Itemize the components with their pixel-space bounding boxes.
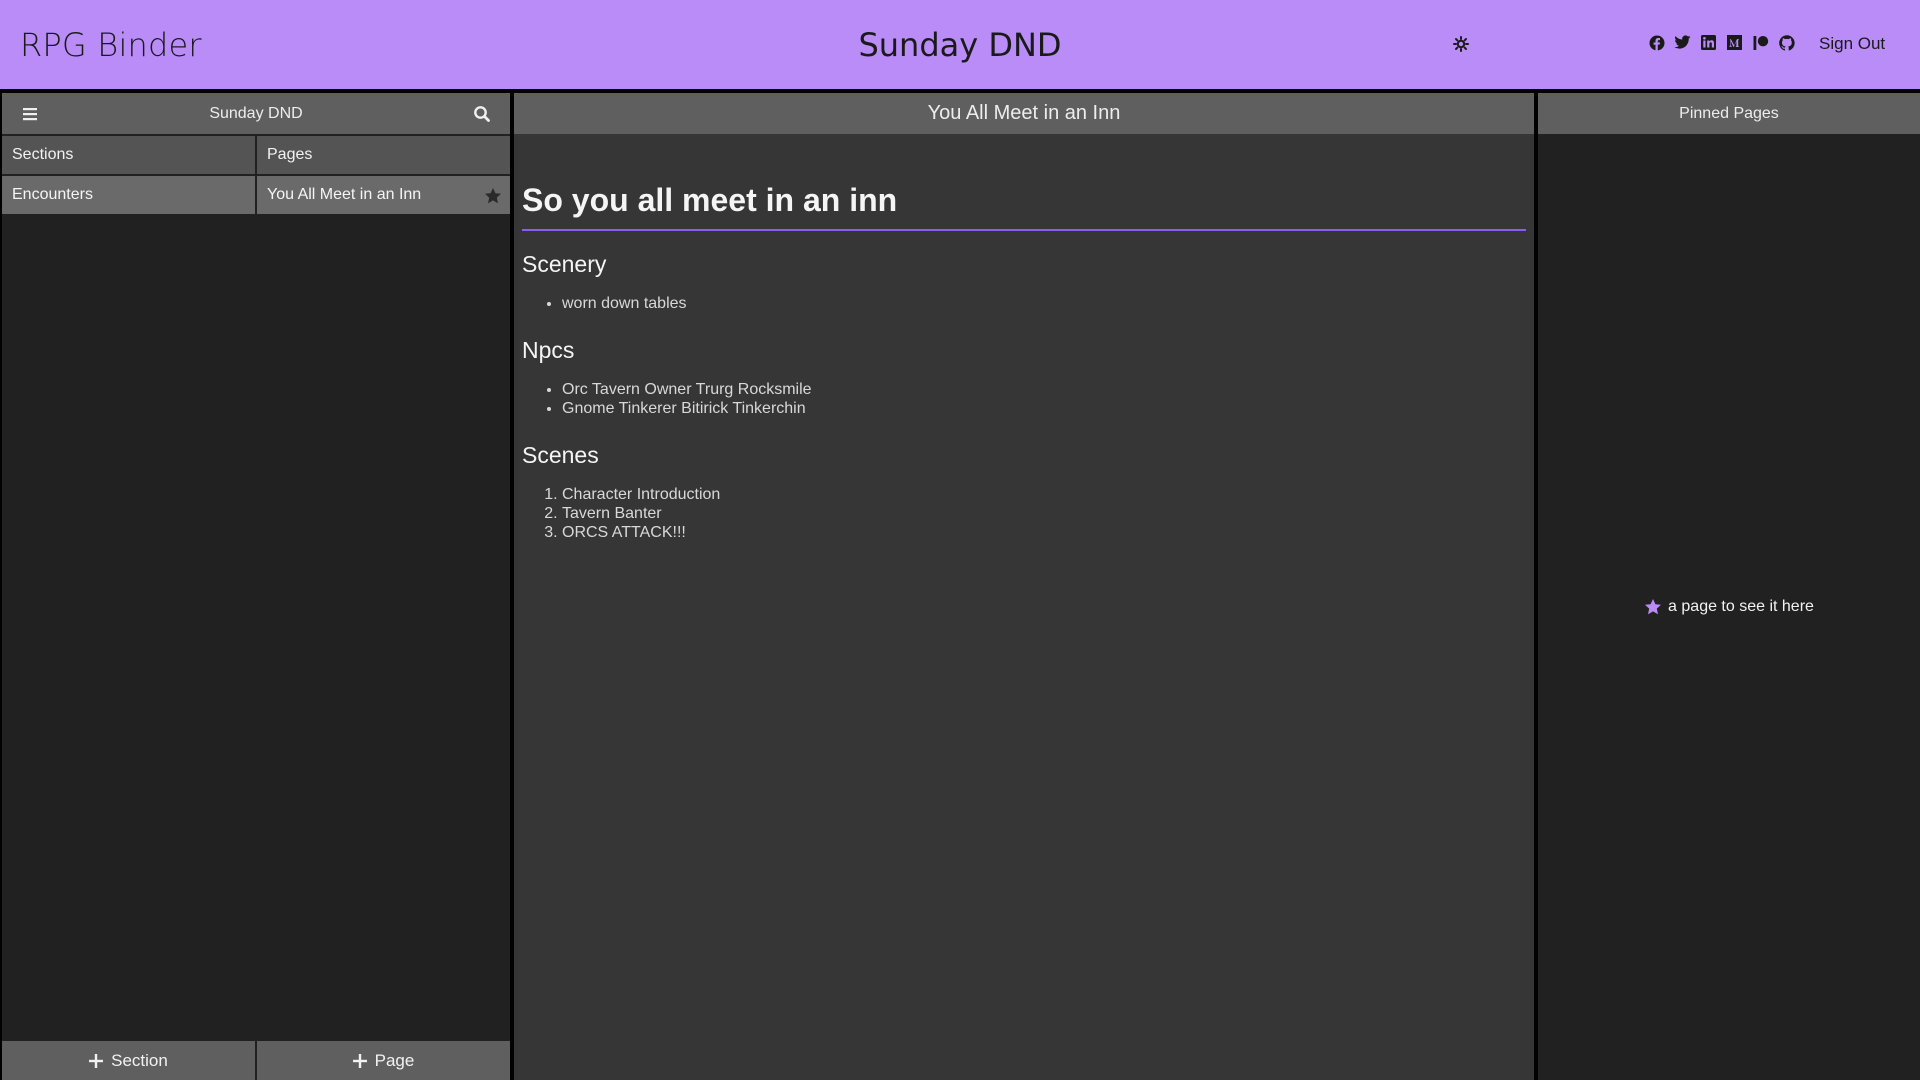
- star-icon: [1645, 599, 1662, 615]
- document-heading: So you all meet in an inn: [522, 182, 1526, 231]
- list-item: Tavern Banter: [562, 504, 1526, 523]
- list-item: Orc Tavern Owner Trurg Rocksmile: [562, 380, 1526, 399]
- section-item-label: Encounters: [12, 186, 93, 203]
- twitter-icon[interactable]: [1674, 34, 1691, 51]
- hamburger-icon: [23, 108, 37, 121]
- pinned-pages-panel: Pinned Pages a page to see it here: [1538, 93, 1920, 1080]
- theme-toggle-button[interactable]: [1450, 33, 1472, 55]
- plus-icon: [89, 1053, 104, 1068]
- gear-icon: [1453, 36, 1469, 52]
- campaign-title: Sunday DND: [858, 26, 1062, 64]
- scenes-heading: Scenes: [522, 442, 599, 468]
- binder-title: Sunday DND: [209, 104, 303, 122]
- pinned-empty-text: a page to see it here: [1668, 598, 1814, 615]
- add-page-button[interactable]: Page: [257, 1041, 510, 1080]
- medium-icon[interactable]: [1726, 34, 1743, 51]
- list-item: Gnome Tinkerer Bitirick Tinkerchin: [562, 399, 1526, 418]
- navigation-columns: Sections Encounters Section Pages You Al…: [2, 134, 510, 1080]
- npc-list: Orc Tavern Owner Trurg Rocksmile Gnome T…: [562, 380, 1526, 418]
- page-item-you-all-meet-in-an-inn[interactable]: You All Meet in an Inn: [257, 174, 510, 214]
- page-content-panel: You All Meet in an Inn So you all meet i…: [514, 93, 1534, 1080]
- facebook-icon[interactable]: [1648, 34, 1665, 51]
- search-icon: [474, 106, 490, 122]
- pages-header: Pages: [257, 134, 510, 174]
- linkedin-icon[interactable]: [1700, 34, 1717, 51]
- sections-header: Sections: [2, 134, 255, 174]
- sign-out-button[interactable]: Sign Out: [1819, 34, 1885, 54]
- social-links: [1648, 34, 1795, 51]
- plus-icon: [352, 1053, 367, 1068]
- add-page-label: Page: [374, 1050, 415, 1070]
- list-item: worn down tables: [562, 294, 1526, 313]
- sections-column: Sections Encounters Section: [2, 134, 255, 1080]
- page-title-bar: You All Meet in an Inn: [514, 93, 1534, 134]
- npcs-heading: Npcs: [522, 337, 575, 363]
- navigation-panel: Sunday DND Sections Encounters Section P…: [2, 93, 510, 1080]
- page-document[interactable]: So you all meet in an inn Scenery worn d…: [514, 134, 1534, 542]
- search-button[interactable]: [472, 104, 492, 124]
- list-item: Character Introduction: [562, 485, 1526, 504]
- page-item-label: You All Meet in an Inn: [267, 186, 422, 203]
- page-title: You All Meet in an Inn: [927, 102, 1121, 124]
- pinned-pages-title: Pinned Pages: [1679, 104, 1779, 122]
- patreon-icon[interactable]: [1752, 34, 1769, 51]
- pin-page-button[interactable]: [484, 187, 502, 205]
- scenery-list: worn down tables: [562, 294, 1526, 313]
- list-item: ORCS ATTACK!!!: [562, 523, 1526, 542]
- star-icon: [485, 188, 501, 204]
- navigation-header: Sunday DND: [2, 93, 510, 134]
- scene-list: Character Introduction Tavern Banter ORC…: [562, 485, 1526, 542]
- scenery-heading: Scenery: [522, 251, 607, 277]
- add-section-label: Section: [111, 1050, 168, 1070]
- add-section-button[interactable]: Section: [2, 1041, 255, 1080]
- campaign-title-wrap: Sunday DND: [0, 26, 1920, 64]
- pinned-empty-hint: a page to see it here: [1538, 598, 1920, 616]
- section-item-encounters[interactable]: Encounters: [2, 174, 255, 214]
- pinned-pages-header: Pinned Pages: [1538, 93, 1920, 134]
- pages-column: Pages You All Meet in an Inn Page: [257, 134, 510, 1080]
- menu-button[interactable]: [20, 104, 40, 124]
- github-icon[interactable]: [1778, 34, 1795, 51]
- top-bar: RPG Binder Sunday DND Sign Out: [0, 0, 1920, 89]
- app-brand[interactable]: RPG Binder: [20, 26, 202, 64]
